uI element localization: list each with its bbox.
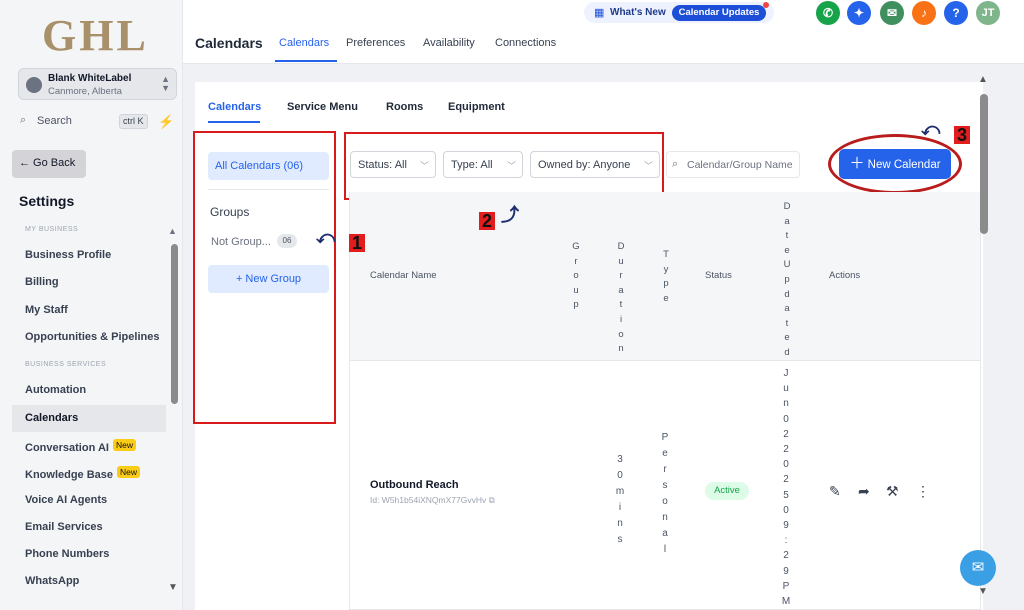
sidebar-item-whatsapp[interactable]: WhatsApp <box>12 568 166 595</box>
annotation-arrow-3: ⤺ <box>921 119 941 139</box>
chat-widget-icon[interactable]: ✉ <box>960 550 996 586</box>
bell-icon[interactable]: ♪ <box>912 1 936 25</box>
col-status: Status <box>705 270 732 281</box>
calendar-id: Id: W5h1b54iXNQmX77GvvHv ⧉ <box>370 495 495 506</box>
sidebar-item-conversation-ai[interactable]: Conversation AI New <box>12 432 166 459</box>
edit-icon[interactable]: ✎ <box>829 483 841 500</box>
subtab-rooms[interactable]: Rooms <box>386 101 423 113</box>
calendar-updates-button[interactable]: Calendar Updates <box>672 5 766 21</box>
annotation-marker-2: 2 <box>479 211 495 232</box>
sidebar-item-voice-ai[interactable]: Voice AI Agents <box>12 487 166 514</box>
section-heading-my-business: MY BUSINESS <box>25 226 79 233</box>
annotation-box-filters <box>344 132 664 200</box>
sidebar-item-my-staff[interactable]: My Staff <box>12 297 166 324</box>
tab-availability[interactable]: Availability <box>423 37 475 49</box>
tab-preferences[interactable]: Preferences <box>346 37 405 49</box>
active-tab-underline <box>275 60 337 62</box>
annotation-box-groups <box>193 131 336 424</box>
search-placeholder: Calendar/Group Name <box>687 159 793 171</box>
magic-icon[interactable]: ✦ <box>847 1 871 25</box>
sidebar-item-calendars[interactable]: Calendars <box>12 405 166 432</box>
annotation-marker-3: 3 <box>954 125 970 146</box>
annotation-arrow-2: ⤴ <box>501 205 519 225</box>
whats-new-pill[interactable]: ▦ What's New Calendar Updates <box>584 2 774 23</box>
subtab-calendars[interactable]: Calendars <box>208 101 261 113</box>
chevron-updown-icon: ▲ ▼ <box>161 74 170 93</box>
account-name: Blank WhiteLabel <box>48 73 132 84</box>
megaphone-icon[interactable]: ✉ <box>880 1 904 25</box>
account-switcher[interactable]: Blank WhiteLabel Canmore, Alberta ▲ ▼ <box>18 68 177 100</box>
copy-icon[interactable]: ⧉ <box>489 495 495 505</box>
tools-icon[interactable]: ⚒ <box>886 483 899 500</box>
calendar-search-input[interactable]: ⌕ Calendar/Group Name <box>666 151 800 178</box>
col-group: Group <box>572 241 580 311</box>
new-badge: New <box>117 466 141 478</box>
main-scrollbar[interactable] <box>980 94 988 234</box>
subtab-service-menu[interactable]: Service Menu <box>287 101 358 113</box>
sidebar-scrollbar[interactable] <box>171 244 178 404</box>
go-back-button[interactable]: ← Go Back <box>12 150 86 178</box>
account-avatar-icon <box>26 77 42 93</box>
search-icon: ⌕ <box>672 158 679 170</box>
scroll-up-icon[interactable]: ▲ <box>168 226 177 236</box>
col-type: Type <box>663 249 669 304</box>
col-actions: Actions <box>829 270 861 281</box>
phone-icon[interactable]: ✆ <box>816 1 840 25</box>
whats-new-label: What's New <box>610 7 666 18</box>
help-icon[interactable]: ? <box>944 1 968 25</box>
user-avatar[interactable]: JT <box>976 1 1000 25</box>
top-bar: ▦ What's New Calendar Updates ✆ ✦ ✉ ♪ ? … <box>183 0 1024 64</box>
account-location: Canmore, Alberta <box>48 86 122 97</box>
sidebar-item-business-profile[interactable]: Business Profile <box>12 242 166 269</box>
bolt-icon[interactable]: ⚡ <box>158 114 174 130</box>
brand-logo: GHL <box>42 11 149 60</box>
app-root: GHL Blank WhiteLabel Canmore, Alberta ▲ ▼… <box>0 0 1024 610</box>
col-duration: Duration <box>617 241 625 355</box>
search-icon: ⌕ <box>20 114 27 126</box>
new-badge: New <box>112 439 136 451</box>
section-heading-business-services: BUSINESS SERVICES <box>25 361 107 368</box>
sidebar-item-email-services[interactable]: Email Services <box>12 514 166 541</box>
more-vertical-icon[interactable]: ⋮ <box>916 483 930 500</box>
status-badge: Active <box>705 482 749 500</box>
calendar-icon: ▦ <box>594 7 605 19</box>
cell-duration: 30mins <box>615 454 625 545</box>
sidebar-search-label: Search <box>37 115 72 127</box>
sidebar-item-label: Conversation AI <box>25 442 109 454</box>
calendar-name-link[interactable]: Outbound Reach <box>370 479 459 491</box>
sidebar-item-opportunities[interactable]: Opportunities & Pipelines <box>12 324 166 351</box>
header-divider <box>350 360 980 361</box>
main-content: Calendars Service Menu Rooms Equipment A… <box>183 64 1024 610</box>
sidebar-item-automation[interactable]: Automation <box>12 377 166 404</box>
settings-title: Settings <box>19 193 75 209</box>
scroll-down-icon[interactable]: ▼ <box>168 582 178 593</box>
sidebar-item-label: Knowledge Base <box>25 469 114 481</box>
notification-dot <box>763 2 769 8</box>
sidebar-item-knowledge-base[interactable]: Knowledge Base New <box>12 459 166 486</box>
col-date-updated: DateUpdated <box>783 201 791 358</box>
search-shortcut: ctrl K <box>119 114 148 129</box>
page-title: Calendars <box>195 35 263 51</box>
annotation-circle <box>828 134 962 194</box>
sidebar-search[interactable]: ⌕ Search ctrl K <box>18 112 148 132</box>
tab-calendars[interactable]: Calendars <box>279 37 329 49</box>
scroll-up-icon[interactable]: ▲ <box>978 74 988 85</box>
col-calendar-name: Calendar Name <box>370 270 437 281</box>
annotation-arrow-1: ⤺ <box>316 227 336 247</box>
sidebar-item-billing[interactable]: Billing <box>12 269 166 296</box>
active-subtab-underline <box>208 121 260 123</box>
share-icon[interactable]: ➦ <box>858 483 870 500</box>
subtab-equipment[interactable]: Equipment <box>448 101 505 113</box>
cell-date-updated: Jun02202509:29PM <box>781 368 791 608</box>
tab-connections[interactable]: Connections <box>495 37 556 49</box>
cell-type: Personal <box>661 432 669 555</box>
annotation-marker-1: 1 <box>349 233 365 254</box>
sidebar-item-phone-numbers[interactable]: Phone Numbers <box>12 541 166 568</box>
calendar-id-text: Id: W5h1b54iXNQmX77GvvHv <box>370 495 487 505</box>
scroll-down-icon[interactable]: ▼ <box>978 586 988 597</box>
sidebar: GHL Blank WhiteLabel Canmore, Alberta ▲ ▼… <box>0 0 183 610</box>
